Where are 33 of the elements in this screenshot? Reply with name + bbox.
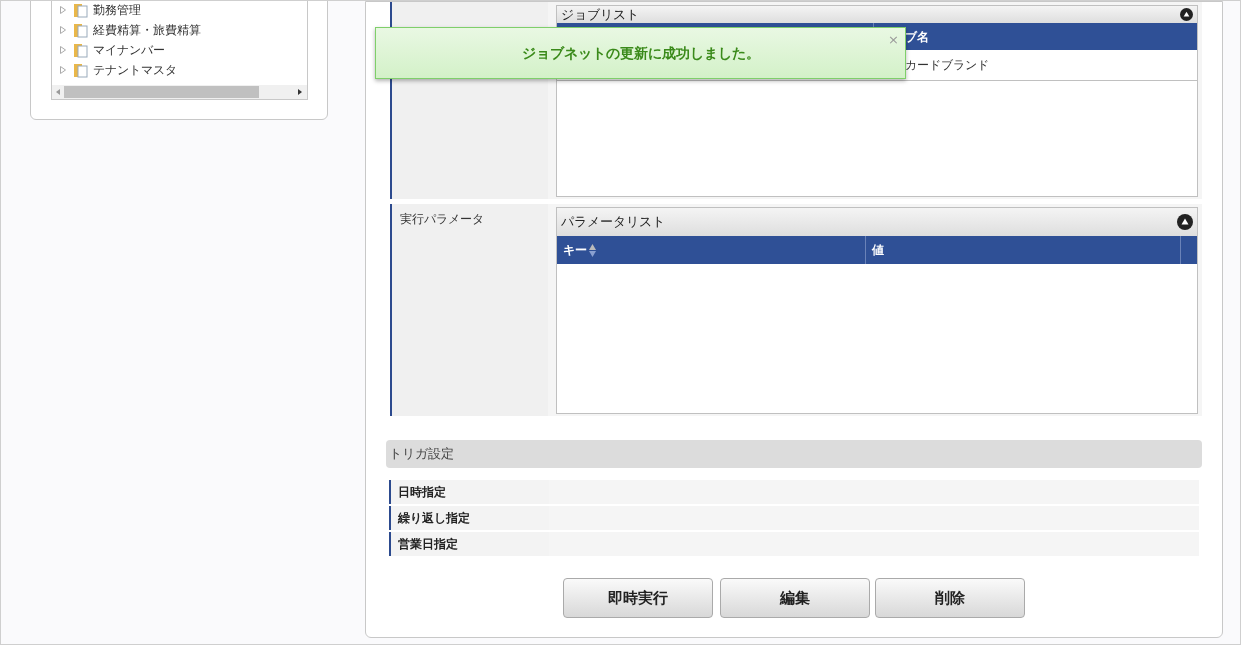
- expand-icon[interactable]: [60, 26, 66, 34]
- scrollbar-thumb[interactable]: [64, 86, 259, 98]
- folder-icon: [73, 22, 88, 38]
- scroll-left-icon[interactable]: [56, 89, 60, 95]
- sort-icon[interactable]: [589, 243, 596, 257]
- table-cell-text: カードブランド: [905, 57, 989, 74]
- field-label: 営業日指定: [389, 532, 547, 556]
- scroll-right-icon[interactable]: [298, 89, 302, 95]
- panel-title: パラメータリスト: [561, 213, 665, 232]
- folder-icon: [73, 62, 88, 78]
- expand-icon[interactable]: [60, 46, 66, 54]
- tree-item[interactable]: 勤務管理: [60, 1, 307, 20]
- expand-icon[interactable]: [60, 66, 66, 74]
- tree-item[interactable]: テナントマスタ: [60, 60, 307, 80]
- column-header[interactable]: キー: [557, 236, 866, 264]
- column-header[interactable]: 値: [866, 236, 1181, 264]
- collapse-icon[interactable]: [1180, 8, 1193, 21]
- action-button[interactable]: 編集: [720, 578, 870, 618]
- column-header[interactable]: ブ名: [905, 27, 929, 46]
- panel-title: ジョブリスト: [561, 8, 639, 21]
- tree-item[interactable]: 経費精算・旅費精算: [60, 20, 307, 40]
- horizontal-scrollbar[interactable]: [52, 85, 307, 99]
- section-title: トリガ設定: [389, 445, 454, 464]
- tree-item[interactable]: マイナンバー: [60, 40, 307, 60]
- action-button[interactable]: 即時実行: [563, 578, 713, 618]
- collapse-icon[interactable]: [1177, 214, 1193, 230]
- expand-icon[interactable]: [60, 6, 66, 14]
- field-label: 日時指定: [389, 480, 547, 504]
- action-button[interactable]: 削除: [875, 578, 1025, 618]
- field-label: 実行パラメータ: [390, 204, 548, 416]
- toast-message: ジョブネットの更新に成功しました。: [521, 43, 760, 63]
- folder-icon: [73, 42, 88, 58]
- field-label: 繰り返し指定: [389, 506, 547, 530]
